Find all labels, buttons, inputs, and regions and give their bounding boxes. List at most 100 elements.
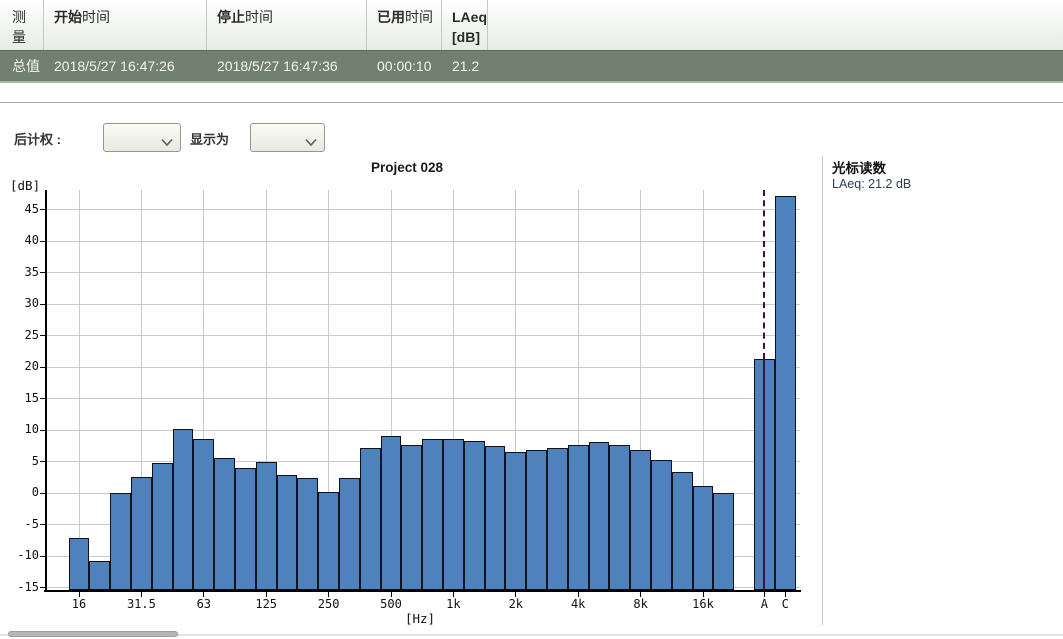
y-axis-tick-label: 15	[24, 390, 39, 405]
bar-40[interactable]	[151, 463, 173, 590]
gridline-horizontal	[47, 209, 800, 210]
bar-200[interactable]	[297, 477, 319, 590]
y-axis-tick	[40, 524, 45, 525]
bar-500[interactable]	[380, 435, 402, 590]
header-start-time: 开始时间	[44, 0, 207, 50]
x-axis-line	[44, 590, 801, 592]
bar-25[interactable]	[110, 493, 131, 590]
y-axis-tick	[40, 492, 45, 494]
header-stop-time: 停止时间	[207, 0, 367, 50]
cell-stop-time: 2018/5/27 16:47:36	[217, 58, 338, 74]
cell-laeq: 21.2	[452, 58, 480, 74]
vertical-divider	[822, 156, 823, 625]
splitter-handle[interactable]	[8, 631, 178, 637]
bar-800[interactable]	[422, 438, 443, 590]
x-axis-tick-label: 8k	[633, 597, 648, 611]
measurement-table: 测量 开始时间 停止时间 已用时间 LAeq [dB] 总值 2018/5/27…	[0, 0, 1063, 83]
y-axis-tick-label: -5	[24, 516, 39, 531]
bar-125[interactable]	[255, 461, 277, 590]
x-axis-tick-label: 125	[255, 597, 278, 611]
chart-title: Project 028	[370, 160, 444, 175]
bar-630[interactable]	[401, 444, 423, 590]
gridline-horizontal	[47, 429, 800, 431]
bar-8k[interactable]	[630, 449, 651, 590]
gridline-horizontal	[47, 240, 800, 242]
header-label: 时间	[245, 9, 273, 25]
app-window: 测量 开始时间 停止时间 已用时间 LAeq [dB] 总值 2018/5/27…	[0, 0, 1063, 639]
x-axis-tick-label: 4k	[570, 597, 586, 611]
y-axis-tick-label: -15	[17, 579, 39, 594]
chart-controls: 后计权 : 显示为	[0, 123, 822, 153]
y-axis-tick	[40, 587, 45, 588]
bar-1k[interactable]	[443, 438, 464, 590]
bar-31.5[interactable]	[131, 477, 152, 590]
y-axis-tick-label: 20	[24, 359, 39, 373]
cursor-readout-value: LAeq: 21.2 dB	[832, 177, 912, 191]
y-axis-tick	[40, 335, 45, 336]
x-axis-tick-label: 16k	[692, 597, 714, 611]
gridline-horizontal	[47, 303, 800, 305]
bar-20[interactable]	[89, 561, 111, 590]
bar-12.5k[interactable]	[671, 471, 693, 590]
horizontal-divider	[0, 102, 1063, 103]
bar-160[interactable]	[276, 475, 298, 590]
header-elapsed-time: 已用时间	[367, 0, 442, 50]
bar-5k[interactable]	[588, 441, 610, 590]
header-label: LAeq	[452, 9, 487, 25]
cursor-line-dashed	[763, 190, 766, 360]
bar-C[interactable]	[774, 196, 796, 590]
bar-10k[interactable]	[651, 459, 672, 590]
y-axis-tick-label: 0	[31, 485, 39, 499]
cell-start-time: 2018/5/27 16:47:26	[54, 58, 175, 74]
y-axis-tick-label: 25	[24, 327, 39, 342]
y-axis-tick	[40, 461, 45, 462]
x-axis-tick-label: 16	[71, 597, 87, 611]
bar-2.5k[interactable]	[526, 450, 547, 590]
bar-63[interactable]	[193, 438, 215, 590]
header-label: 停止	[217, 9, 245, 25]
y-axis-tick-label: 30	[24, 296, 39, 310]
bar-100[interactable]	[235, 467, 256, 590]
bar-2k[interactable]	[505, 452, 527, 590]
bar-16[interactable]	[68, 538, 90, 590]
y-axis-tick	[40, 398, 45, 399]
bar-1.6k[interactable]	[484, 445, 506, 590]
bar-16k[interactable]	[692, 486, 714, 590]
gridline-horizontal	[47, 272, 800, 273]
gridline-horizontal	[47, 398, 800, 399]
x-axis-tick-label: 63	[196, 597, 212, 611]
bar-1.25k[interactable]	[463, 441, 485, 590]
header-label: 时间	[82, 9, 110, 25]
y-axis-tick-label: 10	[24, 422, 39, 436]
x-axis-tick-label: 31.5	[126, 597, 156, 611]
chevron-down-icon	[305, 134, 317, 147]
y-axis-tick	[40, 209, 45, 210]
y-axis-tick-label: 35	[24, 264, 39, 279]
header-label: 开始	[54, 9, 82, 25]
x-axis-tick-label: 500	[380, 597, 402, 611]
y-axis-tick	[40, 555, 45, 557]
post-weighting-select[interactable]	[103, 123, 181, 152]
y-axis-unit-label: [dB]	[10, 178, 41, 193]
bar-6.3k[interactable]	[609, 445, 631, 590]
bar-50[interactable]	[172, 429, 194, 590]
y-axis-tick	[40, 240, 45, 242]
bar-400[interactable]	[359, 447, 381, 590]
bar-20k[interactable]	[713, 493, 735, 590]
display-as-select[interactable]	[250, 123, 325, 152]
gridline-horizontal	[47, 366, 800, 368]
bar-250[interactable]	[318, 491, 339, 590]
x-axis-tick-label: C	[781, 597, 789, 611]
x-axis-tick-label: 250	[317, 597, 340, 611]
display-as-label: 显示为	[190, 132, 230, 147]
bar-80[interactable]	[214, 458, 235, 590]
y-axis-tick-label: 5	[31, 453, 39, 468]
x-axis-tick-label: 1k	[446, 597, 461, 611]
header-label: [dB]	[452, 29, 480, 45]
table-selected-row[interactable]: 总值 2018/5/27 16:47:26 2018/5/27 16:47:36…	[0, 50, 1063, 83]
bar-4k[interactable]	[567, 445, 589, 590]
bar-3.15k[interactable]	[547, 447, 568, 590]
gridline-vertical	[78, 190, 80, 590]
bar-315[interactable]	[339, 477, 360, 590]
table-header-row: 测量 开始时间 停止时间 已用时间 LAeq [dB]	[0, 0, 1063, 50]
